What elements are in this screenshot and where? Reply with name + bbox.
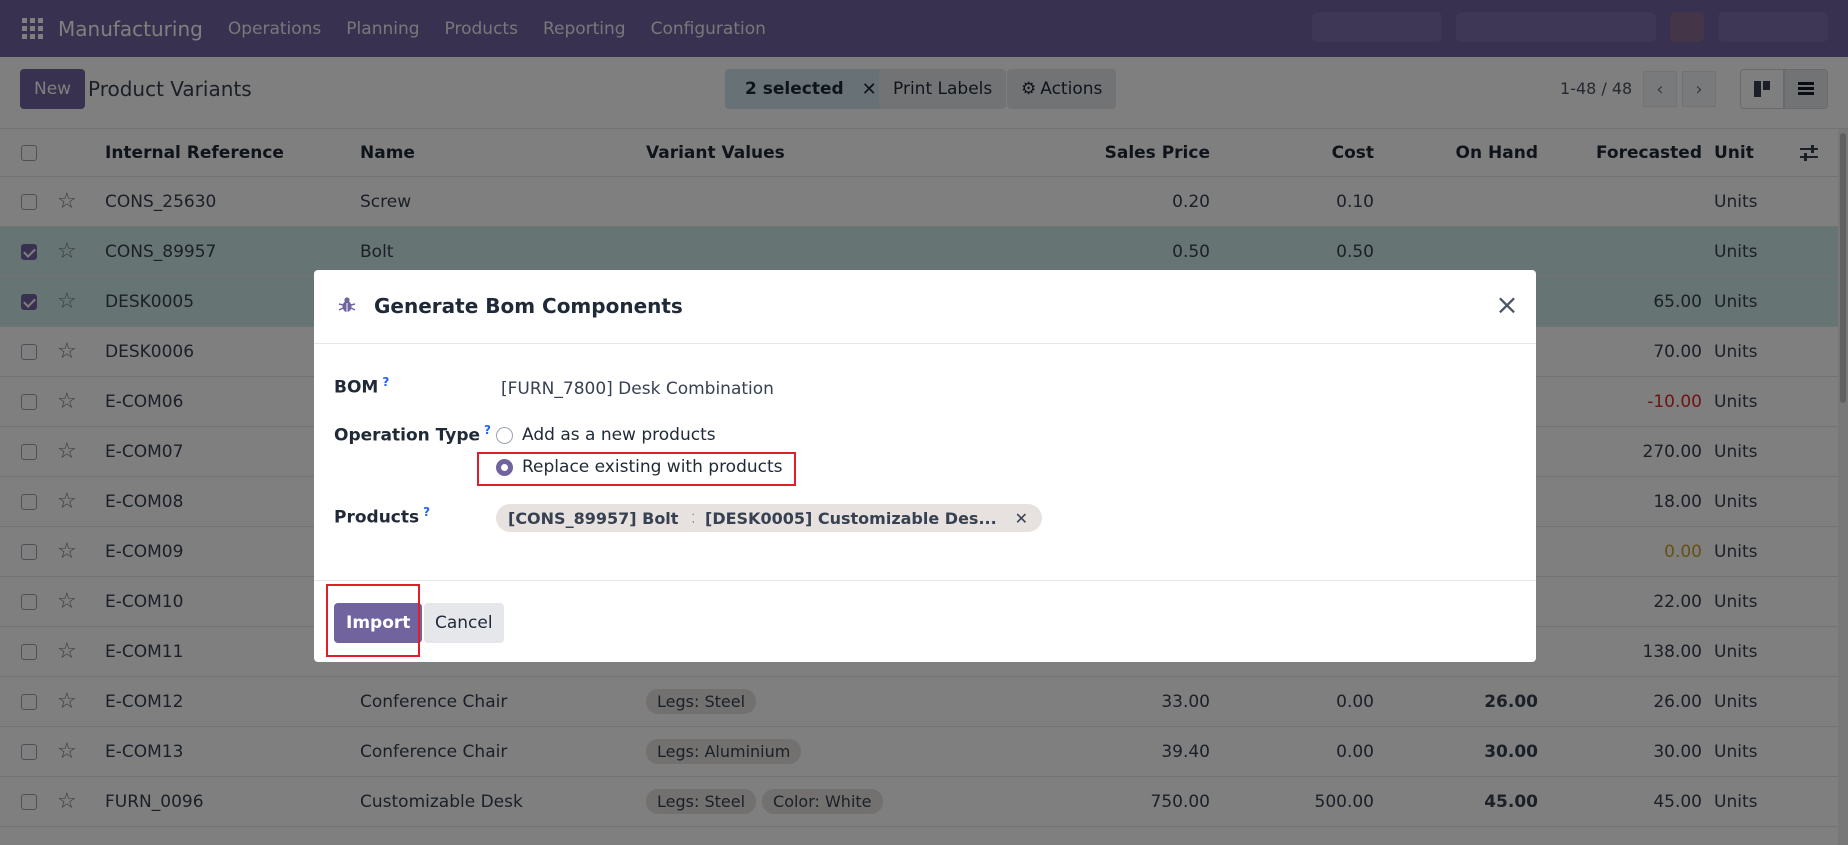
product-tag-label: [DESK0005] Customizable Des... xyxy=(705,508,997,528)
close-icon[interactable]: × xyxy=(1492,290,1522,320)
products-label: Products? xyxy=(334,505,430,528)
radio-add-new-input[interactable] xyxy=(496,426,513,444)
products-help-icon[interactable]: ? xyxy=(423,505,430,519)
operation-type-label-text: Operation Type xyxy=(334,425,481,446)
product-tag: [DESK0005] Customizable Des... ✕ xyxy=(693,504,1043,532)
bug-icon xyxy=(338,297,356,312)
highlight-box-replace xyxy=(477,452,796,486)
bom-label-text: BOM xyxy=(334,377,379,398)
products-label-text: Products xyxy=(334,507,420,528)
bom-value[interactable]: [FURN_7800] Desk Combination xyxy=(501,379,774,399)
generate-bom-dialog: Generate Bom Components × BOM? [FURN_780… xyxy=(314,270,1536,662)
product-tag-label: [CONS_89957] Bolt xyxy=(508,508,679,528)
dialog-header: Generate Bom Components × xyxy=(314,270,1536,344)
radio-add-new-label[interactable]: Add as a new products xyxy=(522,425,716,445)
radio-add-new[interactable]: Add as a new products xyxy=(496,423,716,447)
bom-help-icon[interactable]: ? xyxy=(382,375,389,389)
remove-tag-icon[interactable]: ✕ xyxy=(1015,509,1028,528)
cancel-button[interactable]: Cancel xyxy=(424,603,504,643)
product-tag: [CONS_89957] Bolt ✕ xyxy=(496,504,716,532)
operation-type-label: Operation Type? xyxy=(334,423,491,446)
dialog-title: Generate Bom Components xyxy=(374,294,683,318)
dialog-footer: Import Cancel xyxy=(314,580,1536,662)
highlight-box-import xyxy=(326,584,420,657)
bom-label: BOM? xyxy=(334,375,389,398)
operation-type-help-icon[interactable]: ? xyxy=(484,423,491,437)
